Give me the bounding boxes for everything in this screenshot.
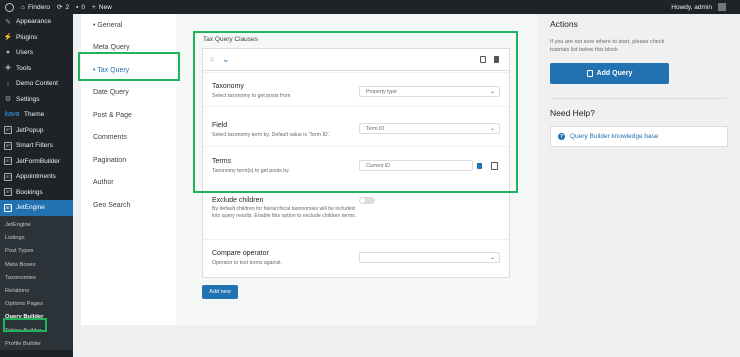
site-name-link[interactable]: ⌂ Findero xyxy=(21,4,50,11)
question-icon: ? xyxy=(558,133,565,140)
need-help-title: Need Help? xyxy=(550,108,595,118)
jet-icon: JET xyxy=(4,157,12,166)
wp-menu-label: Plugins xyxy=(16,33,38,41)
actions-text: If you are not sure where to start, plea… xyxy=(550,39,665,53)
wp-menu-item[interactable]: JET Appointments xyxy=(0,169,73,185)
jet-icon: JET xyxy=(4,141,12,150)
query-tab[interactable]: Date Query xyxy=(81,82,174,105)
exclude-children-toggle[interactable] xyxy=(359,197,375,204)
updates-link[interactable]: ⟳ 2 xyxy=(56,3,69,12)
wp-menu-label: Appointments xyxy=(16,173,56,181)
chevron-down-icon: ⌄ xyxy=(489,255,495,261)
wp-menu-item[interactable]: JET Bookings xyxy=(0,185,73,201)
settings-icon: ⚙ xyxy=(4,96,12,104)
knowledge-base-link[interactable]: ? Query Builder knowledge base xyxy=(550,126,728,147)
divider xyxy=(550,98,726,99)
wp-menu-label: Settings xyxy=(16,95,40,103)
wp-menu-label: JetFormBuilder xyxy=(16,157,61,165)
jet-icon: JET xyxy=(4,126,12,135)
wp-menu-label: JetEngine xyxy=(16,204,45,212)
wp-menu-item[interactable]: kava Theme xyxy=(0,107,73,123)
plus-icon: + xyxy=(92,3,96,11)
actions-title: Actions xyxy=(550,19,578,29)
submenu-item[interactable]: JetEngine xyxy=(0,219,73,232)
tax-query-clauses-highlight xyxy=(193,31,518,193)
avatar xyxy=(718,3,726,11)
wordpress-logo-icon[interactable] xyxy=(5,2,14,12)
query-tab[interactable]: Comments xyxy=(81,127,174,150)
wp-menu-item[interactable]: JET JetPopup xyxy=(0,123,73,139)
compare-operator-row: Compare operator Operator to test terms … xyxy=(203,239,509,277)
compare-operator-select[interactable]: ⌄ xyxy=(359,252,500,263)
wp-menu-item[interactable]: JET Smart Filters xyxy=(0,138,73,154)
query-tabs: • General Meta Query • Tax Query Date Query… xyxy=(81,14,174,217)
plug-icon: ⚡ xyxy=(3,34,13,42)
comment-icon: ▪ xyxy=(76,3,79,11)
account-menu[interactable]: Howdy, admin xyxy=(671,3,726,11)
query-tab[interactable]: Geo Search xyxy=(81,194,174,217)
wp-menu-item[interactable]: ● Users xyxy=(0,45,73,61)
wp-menu-item[interactable]: ⚙ Settings xyxy=(0,92,73,108)
wp-menu-item[interactable]: ✎ Appearance xyxy=(0,14,73,30)
comments-link[interactable]: ▪ 0 xyxy=(76,4,85,11)
wp-menu-label: Demo Content xyxy=(16,80,58,88)
wp-menu-label: Appearance xyxy=(16,18,52,26)
submenu-item[interactable]: Options Pages xyxy=(0,298,73,311)
jet-icon: JET xyxy=(4,203,12,212)
wp-menu-item[interactable]: ↓ Demo Content xyxy=(0,76,73,92)
wp-menu-label: Users xyxy=(16,49,33,57)
download-icon: ↓ xyxy=(6,80,10,88)
tax-query-tab-highlight xyxy=(78,52,180,81)
wp-menu-item[interactable]: ⚡ Plugins xyxy=(0,30,73,46)
kava-logo-icon: kava xyxy=(4,111,20,119)
query-tab[interactable]: • General xyxy=(81,14,174,37)
database-icon xyxy=(586,70,593,77)
wp-menu-label: Smart Filters xyxy=(16,142,53,150)
home-icon: ⌂ xyxy=(21,3,25,11)
user-icon: ● xyxy=(5,49,11,57)
wp-menu-label: Tools xyxy=(16,64,32,72)
admin-bar: ⌂ Findero ⟳ 2 ▪ 0 + New Howdy, admin xyxy=(0,0,740,14)
wp-menu-item[interactable]: JET JetFormBuilder xyxy=(0,154,73,170)
submenu-item[interactable]: Relations xyxy=(0,284,73,297)
wrench-icon: ✚ xyxy=(5,65,11,73)
exclude-children-row: Exclude children By default children for… xyxy=(203,192,509,238)
submenu-item[interactable]: Listings xyxy=(0,232,73,245)
wp-menu-label: Bookings xyxy=(16,188,43,196)
wp-menu-item[interactable]: JET JetEngine xyxy=(0,200,73,216)
refresh-icon: ⟳ xyxy=(56,4,63,11)
wp-menu-item[interactable]: ✚ Tools xyxy=(0,61,73,77)
jet-icon: JET xyxy=(4,172,12,181)
compare-operator-description: Operator to test terms against. xyxy=(212,260,283,266)
query-tab[interactable]: Post & Page xyxy=(81,104,174,127)
submenu-item[interactable]: Taxonomies xyxy=(0,271,73,284)
brush-icon: ✎ xyxy=(5,18,11,26)
wp-menu-label: JetPopup xyxy=(16,126,44,134)
exclude-children-label: Exclude children xyxy=(212,197,264,204)
query-builder-highlight xyxy=(3,318,47,332)
submenu-item[interactable]: Post Types xyxy=(0,245,73,258)
wp-admin-menu: ✎ Appearance ⚡ Plugins ● Users ✚ Tools ↓ Demo Con… xyxy=(0,14,73,357)
add-query-button[interactable]: Add Query xyxy=(550,63,669,84)
jet-icon: JET xyxy=(4,188,12,197)
add-new-button[interactable]: Add new xyxy=(202,285,238,299)
exclude-children-description: By default children for hierarchical tax… xyxy=(212,206,357,219)
wp-menu-label: Theme xyxy=(24,111,45,119)
new-content-link[interactable]: + New xyxy=(92,4,112,11)
query-tab[interactable]: Author xyxy=(81,172,174,195)
submenu-item[interactable]: Meta Boxes xyxy=(0,258,73,271)
submenu-item[interactable]: Profile Builder xyxy=(0,337,73,350)
query-tab[interactable]: Pagination xyxy=(81,149,174,172)
compare-operator-label: Compare operator xyxy=(212,250,269,257)
